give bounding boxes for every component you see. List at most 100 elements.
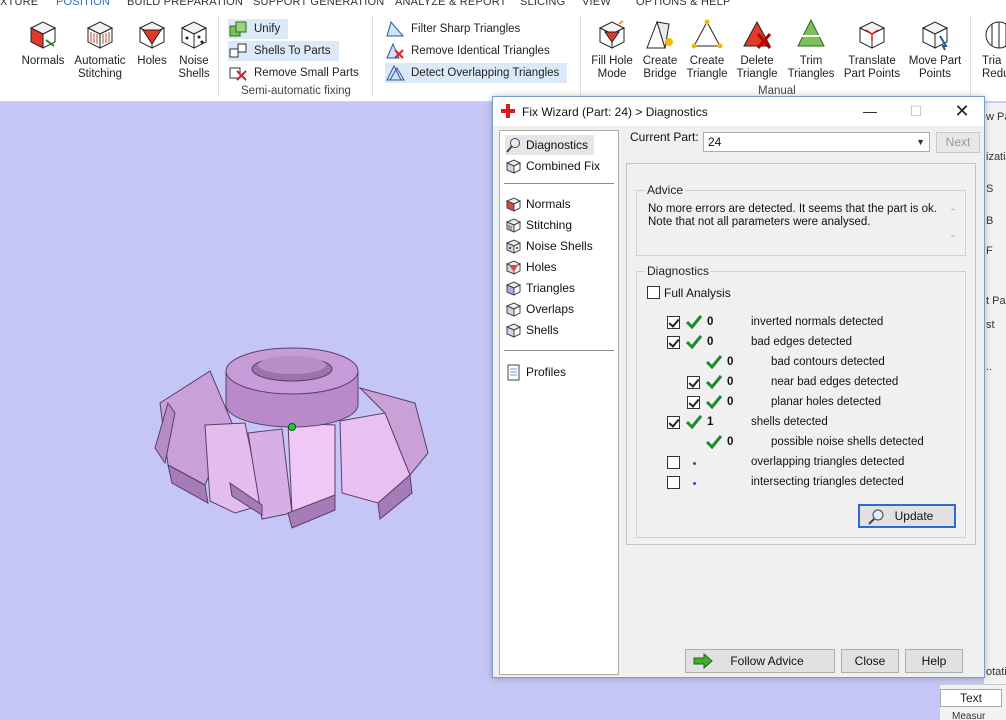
pending-dot-icon: [693, 462, 696, 465]
panel-fragment[interactable]: S: [986, 183, 993, 195]
nav-overlaps[interactable]: Overlaps: [505, 299, 580, 319]
trim-triangles-label-2: Triangles: [787, 68, 835, 80]
menu-view[interactable]: VIEW: [582, 0, 611, 8]
panel-fragment[interactable]: F: [986, 245, 993, 257]
remove-identical-triangles-button[interactable]: Remove Identical Triangles: [385, 41, 558, 61]
nav-stitching-label: Stitching: [526, 218, 573, 232]
filter-sharp-triangles-button[interactable]: Filter Sharp Triangles: [385, 19, 528, 39]
nav-diagnostics-label: Diagnostics: [526, 138, 589, 152]
pending-dot-icon: [693, 482, 696, 485]
near-bad-edges-checkbox[interactable]: [687, 376, 700, 389]
fill-hole-mode-button[interactable]: Fill Hole Mode: [588, 18, 636, 81]
nav-profiles[interactable]: Profiles: [505, 362, 572, 382]
intersecting-triangles-checkbox[interactable]: [667, 476, 680, 489]
text-button[interactable]: Text: [940, 689, 1002, 707]
noise-shells-button[interactable]: Noise Shells: [176, 18, 212, 81]
close-window-button[interactable]: ✕: [939, 97, 985, 126]
diag-label: bad edges detected: [751, 336, 853, 348]
scroll-down-icon[interactable]: ⌄: [945, 223, 961, 245]
trim-triangles-button[interactable]: Trim Triangles: [786, 18, 836, 81]
diag-count: 0: [727, 356, 734, 368]
overlapping-triangles-checkbox[interactable]: [667, 456, 680, 469]
nav-triangles[interactable]: Triangles: [505, 278, 581, 298]
menu-build-preparation[interactable]: BUILD PREPARATION: [127, 0, 243, 8]
delete-triangle-label-2: Triangle: [736, 68, 778, 80]
update-button[interactable]: Update: [858, 504, 956, 528]
right-side-panel: w Pa izati S B F t Pa st .. otati: [984, 103, 1006, 720]
detect-overlapping-triangles-button[interactable]: Detect Overlapping Triangles: [385, 63, 568, 83]
green-check-icon: [705, 395, 723, 410]
dialog-title: Fix Wizard (Part: 24) > Diagnostics: [522, 105, 708, 119]
diag-count: 0: [707, 316, 714, 328]
text-panel: Text Measur: [940, 684, 1006, 720]
shells-to-parts-icon: [229, 43, 247, 58]
create-bridge-button[interactable]: Create Bridge: [640, 18, 680, 81]
combined-fix-icon: [505, 158, 522, 174]
noise-label-1: Noise: [179, 55, 209, 67]
diag-label: near bad edges detected: [771, 376, 899, 388]
nav-triangles-label: Triangles: [526, 281, 575, 295]
panel-fragment[interactable]: B: [986, 215, 993, 227]
shells-checkbox[interactable]: [667, 416, 680, 429]
nav-stitching[interactable]: Stitching: [505, 215, 578, 235]
follow-advice-button[interactable]: Follow Advice: [685, 649, 835, 673]
nav-shells[interactable]: Shells: [505, 320, 565, 340]
create-triangle-button[interactable]: Create Triangle: [684, 18, 730, 81]
filter-sharp-triangles-icon: [386, 20, 405, 37]
advice-scrollbar[interactable]: ⌃ ⌄: [945, 201, 961, 245]
translate-part-points-button[interactable]: Translate Part Points: [842, 18, 902, 81]
menu-position[interactable]: POSITION: [56, 0, 110, 8]
unify-button[interactable]: Unify: [228, 19, 289, 39]
planar-holes-checkbox[interactable]: [687, 396, 700, 409]
menu-options-help[interactable]: OPTIONS & HELP: [636, 0, 731, 8]
holes-label: Holes: [137, 55, 167, 67]
magnifier-icon: [506, 137, 520, 153]
bad-edges-checkbox[interactable]: [667, 336, 680, 349]
holes-button[interactable]: Holes: [134, 18, 170, 68]
remove-identical-triangles-icon: [386, 42, 404, 59]
move-part-points-button[interactable]: Move Part Points: [906, 18, 964, 81]
panel-fragment: t Pa: [986, 295, 1006, 307]
stitching-icon: [505, 217, 522, 233]
shells-to-parts-label: Shells To Parts: [254, 45, 331, 57]
fill-hole-label-2: Mode: [597, 68, 627, 80]
menu-slicing[interactable]: SLICING: [520, 0, 565, 8]
nav-noise-shells[interactable]: Noise Shells: [505, 236, 599, 256]
remove-small-parts-button[interactable]: Remove Small Parts: [228, 63, 367, 83]
full-analysis-checkbox[interactable]: [647, 286, 660, 299]
create-triangle-label-2: Triangle: [686, 68, 728, 80]
close-button[interactable]: Close: [841, 649, 899, 673]
measure-label[interactable]: Measur: [952, 711, 985, 720]
menu-texture[interactable]: XTURE: [0, 0, 38, 8]
diag-label: possible noise shells detected: [771, 436, 924, 448]
nav-diagnostics[interactable]: Diagnostics: [505, 135, 595, 155]
nav-holes[interactable]: Holes: [505, 257, 563, 277]
delete-triangle-button[interactable]: Delete Triangle: [734, 18, 780, 81]
shells-to-parts-button[interactable]: Shells To Parts: [228, 41, 339, 61]
move-points-label-1: Move Part: [908, 55, 962, 67]
current-part-select[interactable]: 24 ▼: [703, 132, 930, 152]
help-button[interactable]: Help: [905, 649, 963, 673]
dialog-titlebar[interactable]: Fix Wizard (Part: 24) > Diagnostics — ☐ …: [493, 97, 984, 126]
ribbon-separator: [970, 16, 971, 96]
chevron-down-icon: ▼: [916, 137, 925, 147]
nav-combined-fix-label: Combined Fix: [526, 159, 601, 173]
triangle-reduction-label-1: Tria: [982, 55, 1002, 67]
nav-normals[interactable]: Normals: [505, 194, 577, 214]
inverted-normals-checkbox[interactable]: [667, 316, 680, 329]
ribbon-separator: [580, 16, 581, 96]
profiles-document-icon: [507, 364, 520, 380]
menu-analyze-report[interactable]: ANALYZE & REPORT: [395, 0, 507, 8]
minimize-button[interactable]: —: [847, 97, 893, 126]
nav-combined-fix[interactable]: Combined Fix: [505, 156, 606, 176]
holes-icon: [138, 21, 166, 49]
automatic-stitching-button[interactable]: Automatic Stitching: [72, 18, 128, 81]
green-check-icon: [705, 375, 723, 390]
detect-overlapping-triangles-icon: [386, 64, 405, 81]
triangle-reduction-button[interactable]: Tria Redu: [978, 18, 1006, 81]
scroll-up-icon[interactable]: ⌃: [945, 201, 961, 223]
menu-support-generation[interactable]: SUPPORT GENERATION: [253, 0, 384, 8]
translate-points-icon: [858, 21, 886, 49]
normals-button[interactable]: Normals: [20, 18, 66, 68]
follow-advice-label: Follow Advice: [730, 654, 804, 668]
